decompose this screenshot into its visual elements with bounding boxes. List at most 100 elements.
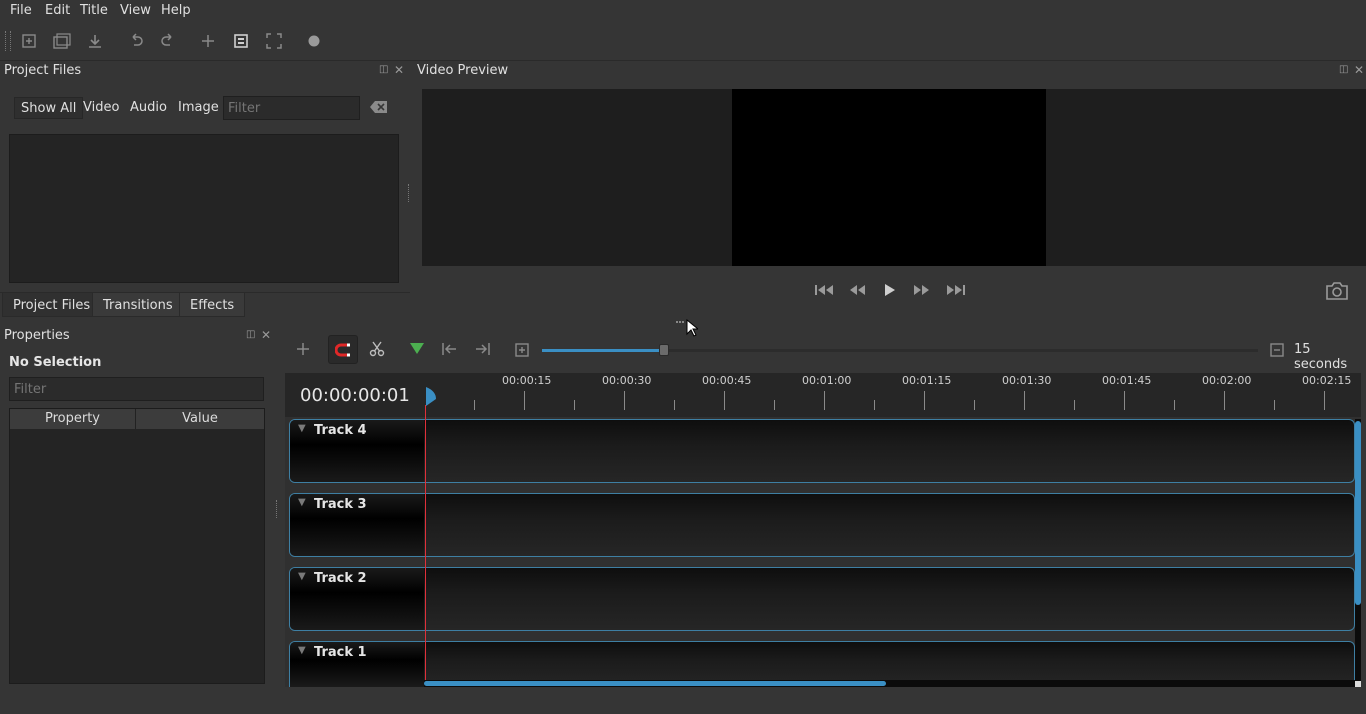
undo-button[interactable] bbox=[125, 30, 147, 52]
ruler-tick bbox=[1274, 400, 1275, 410]
track-3-label: Track 3 bbox=[314, 497, 367, 512]
jump-start-button[interactable] bbox=[814, 283, 834, 301]
project-files-list[interactable] bbox=[9, 134, 399, 283]
zoom-slider-handle[interactable] bbox=[658, 344, 669, 356]
add-track-button[interactable] bbox=[296, 342, 310, 360]
snapping-toggle[interactable] bbox=[328, 335, 358, 364]
ruler-tick-label: 00:01:45 bbox=[1102, 374, 1152, 387]
selection-label: No Selection bbox=[9, 355, 102, 370]
project-files-filter-input[interactable] bbox=[223, 96, 360, 120]
marker-icon bbox=[410, 343, 424, 354]
tab-project-files[interactable]: Project Files bbox=[2, 292, 102, 317]
save-project-button[interactable] bbox=[84, 30, 106, 52]
track-2[interactable]: ▼ Track 2 bbox=[289, 567, 1355, 631]
collapse-icon[interactable]: ▼ bbox=[298, 645, 306, 656]
playhead-handle[interactable] bbox=[425, 386, 437, 416]
ruler-tick-label: 00:00:30 bbox=[602, 374, 652, 387]
previous-marker-button[interactable] bbox=[441, 342, 457, 360]
track-4-header[interactable]: ▼ Track 4 bbox=[290, 420, 424, 482]
track-4[interactable]: ▼ Track 4 bbox=[289, 419, 1355, 483]
zoom-slider[interactable] bbox=[542, 344, 1258, 356]
vertical-scrollbar-thumb[interactable] bbox=[1355, 421, 1361, 605]
new-project-button[interactable] bbox=[18, 30, 40, 52]
vertical-scrollbar[interactable] bbox=[1355, 419, 1361, 687]
float-preview-icon[interactable]: ◫ bbox=[1339, 64, 1348, 75]
center-icon bbox=[515, 343, 529, 357]
track-1-header[interactable]: ▼ Track 1 bbox=[290, 642, 424, 687]
ruler-tick-label: 00:02:00 bbox=[1202, 374, 1252, 387]
float-dock-icon[interactable]: ◫ bbox=[379, 64, 388, 75]
menu-file[interactable]: File bbox=[10, 3, 32, 18]
undo-icon bbox=[132, 33, 143, 46]
playhead-line bbox=[425, 405, 426, 687]
ruler-tick bbox=[674, 400, 675, 410]
track-2-header[interactable]: ▼ Track 2 bbox=[290, 568, 424, 630]
filter-show-all-button[interactable]: Show All bbox=[14, 97, 84, 119]
tab-effects[interactable]: Effects bbox=[179, 292, 246, 317]
rewind-icon bbox=[850, 285, 865, 295]
menu-title[interactable]: Title bbox=[80, 3, 108, 18]
dock-splitter[interactable] bbox=[408, 184, 413, 202]
float-properties-icon[interactable]: ◫ bbox=[246, 329, 255, 340]
razor-button[interactable] bbox=[369, 341, 385, 361]
ruler-tick-label: 00:01:30 bbox=[1002, 374, 1052, 387]
choose-profile-button[interactable] bbox=[230, 30, 252, 52]
play-button[interactable] bbox=[883, 283, 897, 301]
properties-filter-input[interactable] bbox=[9, 377, 264, 401]
filter-image-button[interactable]: Image bbox=[172, 97, 225, 119]
track-3[interactable]: ▼ Track 3 bbox=[289, 493, 1355, 557]
ruler-tick bbox=[1074, 400, 1075, 410]
redo-icon bbox=[161, 33, 172, 46]
filter-video-button[interactable]: Video bbox=[77, 97, 125, 119]
collapse-icon[interactable]: ▼ bbox=[298, 571, 306, 582]
col-value-header[interactable]: Value bbox=[136, 409, 264, 429]
collapse-icon[interactable]: ▼ bbox=[298, 423, 306, 434]
horizontal-scrollbar[interactable] bbox=[424, 680, 1361, 687]
properties-splitter[interactable] bbox=[276, 500, 281, 518]
menu-help[interactable]: Help bbox=[161, 3, 191, 18]
clear-filter-button[interactable] bbox=[370, 100, 388, 118]
fast-forward-button[interactable] bbox=[913, 283, 931, 301]
timeline-splitter[interactable] bbox=[676, 321, 684, 325]
collapse-icon[interactable]: ▼ bbox=[298, 497, 306, 508]
close-preview-icon[interactable]: ✕ bbox=[1354, 63, 1364, 77]
snapshot-button[interactable] bbox=[1325, 281, 1349, 305]
scissors-icon bbox=[369, 341, 385, 357]
next-marker-button[interactable] bbox=[475, 342, 491, 360]
center-timeline-button[interactable] bbox=[515, 343, 529, 361]
ruler-tick bbox=[774, 400, 775, 410]
menu-edit[interactable]: Edit bbox=[45, 3, 70, 18]
ruler-tick bbox=[824, 391, 825, 410]
toolbar-grip[interactable] bbox=[5, 31, 11, 51]
zoom-out-button[interactable] bbox=[1270, 343, 1284, 361]
close-dock-icon[interactable]: ✕ bbox=[394, 63, 404, 77]
main-toolbar bbox=[0, 22, 1366, 61]
video-frame bbox=[732, 89, 1046, 266]
menu-view[interactable]: View bbox=[120, 3, 151, 18]
rewind-button[interactable] bbox=[848, 283, 866, 301]
ruler-tick-label: 00:01:15 bbox=[902, 374, 952, 387]
tab-transitions[interactable]: Transitions bbox=[92, 292, 184, 317]
scroll-corner bbox=[1355, 681, 1361, 687]
magnet-icon bbox=[335, 343, 350, 356]
fast-forward-icon bbox=[914, 285, 929, 295]
open-project-button[interactable] bbox=[51, 30, 73, 52]
ruler-tick bbox=[1174, 400, 1175, 410]
col-property-header[interactable]: Property bbox=[10, 409, 136, 429]
ruler-tick bbox=[724, 391, 725, 410]
ruler-tick-label: 00:02:15 bbox=[1302, 374, 1352, 387]
close-properties-icon[interactable]: ✕ bbox=[261, 328, 271, 342]
import-files-button[interactable] bbox=[197, 30, 219, 52]
redo-button[interactable] bbox=[157, 30, 179, 52]
jump-end-button[interactable] bbox=[946, 283, 966, 301]
horizontal-scrollbar-thumb[interactable] bbox=[424, 681, 886, 686]
ruler-tick bbox=[474, 400, 475, 410]
properties-table: Property Value bbox=[9, 408, 265, 684]
add-marker-button[interactable] bbox=[409, 342, 425, 360]
fullscreen-button[interactable] bbox=[263, 30, 285, 52]
export-video-button[interactable] bbox=[303, 30, 325, 52]
track-3-header[interactable]: ▼ Track 3 bbox=[290, 494, 424, 556]
preview-area bbox=[422, 89, 1366, 266]
track-2-label: Track 2 bbox=[314, 571, 367, 586]
filter-audio-button[interactable]: Audio bbox=[124, 97, 173, 119]
